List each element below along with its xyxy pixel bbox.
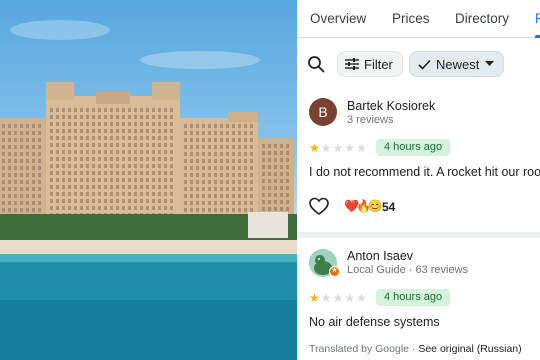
search-icon[interactable] [307,55,325,73]
tab-directory[interactable]: Directory [455,11,509,26]
sort-newest-button[interactable]: Newest [409,51,504,77]
star-icon: ★ [320,291,332,305]
filter-label: Filter [364,56,393,72]
hotel-photo[interactable] [0,0,297,360]
reviewer-name[interactable]: Anton Isaev [347,249,413,263]
tab-overview[interactable]: Overview [310,11,366,26]
star-icon: ★ [332,291,344,305]
see-original-link[interactable]: See original (Russian) [418,343,521,355]
check-icon [418,59,431,70]
active-tab-indicator [535,35,540,38]
time-badge: 4 hours ago [376,139,451,156]
tab-reviews[interactable]: R [535,11,540,26]
review-text: No air defense systems [309,315,440,329]
review-divider [297,232,540,238]
review-text: I do not recommend it. A rocket hit our … [309,165,540,179]
translated-by-label: Translated by Google · [309,343,419,355]
reviews-panel: Overview Prices Directory R Filter Newes… [297,0,540,360]
star-icon: ★ [344,141,356,155]
star-rating: ★ ★ ★ ★ ★ [309,142,367,154]
star-icon: ★ [309,141,320,155]
filter-button[interactable]: Filter [337,51,403,77]
star-icon: ★ [344,291,356,305]
star-icon: ★ [356,291,367,305]
avatar[interactable]: B [309,98,337,126]
reviewer-meta: 3 reviews [347,114,394,126]
star-rating: ★ ★ ★ ★ ★ [309,292,367,304]
tab-prices[interactable]: Prices [392,11,430,26]
star-icon: ★ [356,141,367,155]
sort-label: Newest [436,56,480,72]
star-icon: ★ [320,141,332,155]
reviewer-name[interactable]: Bartek Kosiorek [347,99,435,113]
tab-bar: Overview Prices Directory R [297,0,540,38]
translation-note: Translated by Google · See original (Rus… [309,343,522,355]
reviewer-meta: Local Guide · 63 reviews [347,264,469,276]
star-icon: ★ [332,141,344,155]
local-guide-badge-icon: ★ [329,266,340,277]
reaction-count: 54 [382,200,396,214]
star-icon: ★ [309,291,320,305]
time-badge: 4 hours ago [376,289,451,306]
filter-icon [345,58,359,70]
reaction-emojis[interactable]: ❤️🔥😊 [344,199,383,213]
hotel-illustration [0,20,297,360]
heart-icon[interactable] [309,197,329,217]
chevron-down-icon [485,61,495,66]
